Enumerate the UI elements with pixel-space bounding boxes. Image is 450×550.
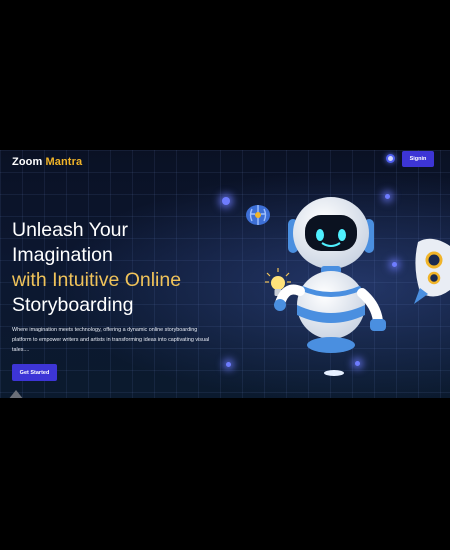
hero-title-line1: Unleash Your [12,219,129,241]
hero-title-line3: with Intuitive Online [12,269,182,291]
robot-mascot [274,197,386,376]
hero-viewport: Zoom Mantra Signin Unleash Your Imaginat… [0,150,450,398]
get-started-button[interactable]: Get Started [12,364,57,381]
hero-title-line2: Imagination [12,244,113,266]
logo-text: Zoom [12,156,43,168]
moon-icon[interactable] [386,154,395,163]
logo[interactable]: Zoom Mantra [12,156,82,168]
hero-title-line4: Storyboarding [12,294,134,316]
logo-accent: Mantra [45,156,83,168]
glow-dot-icon [222,197,230,205]
rocket-icon [414,238,450,304]
glow-dot-icon [226,362,231,367]
house-icon [9,390,23,398]
signin-button[interactable]: Signin [402,151,434,167]
hero-description: Where imagination meets technology, offe… [12,327,210,353]
